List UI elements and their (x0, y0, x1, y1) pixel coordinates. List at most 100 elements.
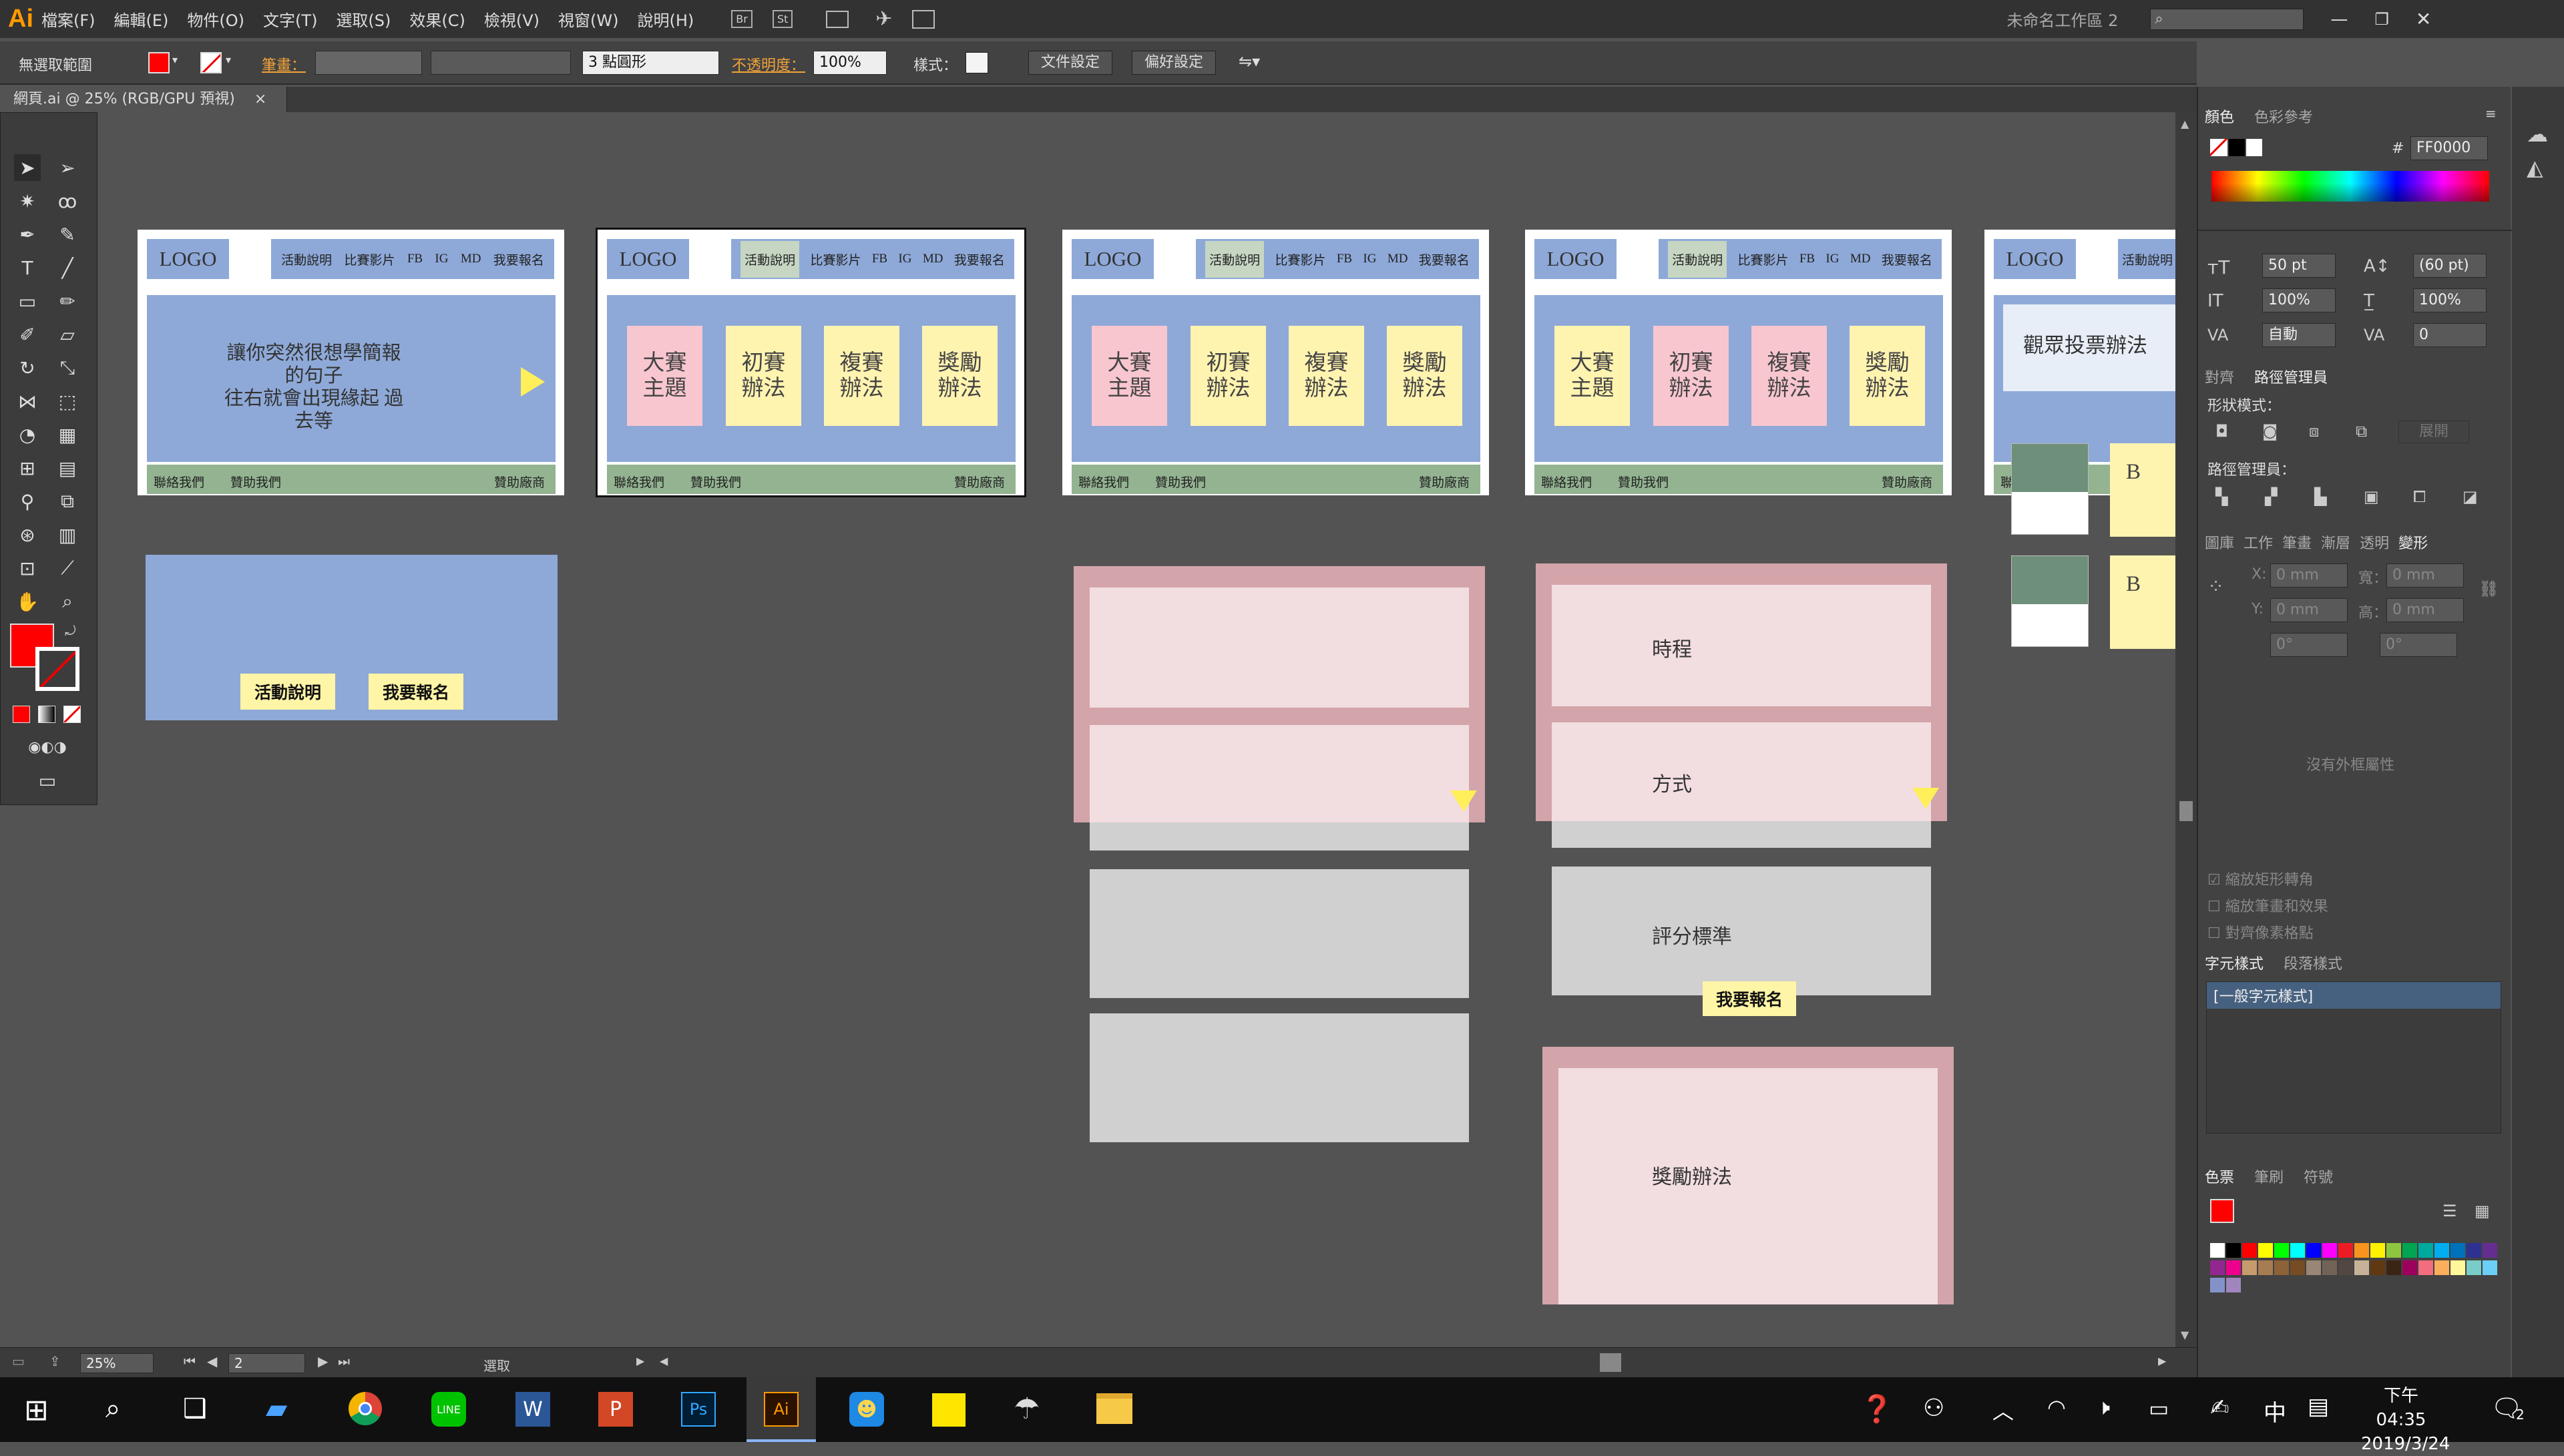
color-swatch[interactable] (2226, 1278, 2241, 1292)
outline-icon[interactable]: ⧠ (2413, 487, 2426, 506)
document-tab[interactable]: 網頁.ai @ 25% (RGB/GPU 預視) × (0, 87, 287, 112)
fill-dropdown-icon[interactable]: ▾ (172, 53, 178, 66)
tracking-field[interactable]: 0 (2413, 323, 2487, 347)
horizontal-scale-field[interactable]: 100% (2413, 288, 2487, 312)
artboard-menu-1[interactable]: LOGO 活動說明 比賽影片 FB IG MD 我要報名 大賽 主題 初賽 辦法… (596, 228, 1026, 497)
shear-field[interactable]: 0° (2380, 633, 2457, 657)
menu-view[interactable]: 檢視(V) (484, 7, 540, 31)
list-view-icon[interactable]: ☰ (2442, 1202, 2457, 1220)
color-swatch[interactable] (2467, 1243, 2481, 1258)
color-swatch[interactable] (2402, 1243, 2417, 1258)
publish-icon[interactable] (912, 9, 935, 29)
brush-definition[interactable]: 3 點圓形 (582, 51, 719, 75)
photoshop-icon[interactable]: Ps (681, 1392, 716, 1427)
color-swatch[interactable] (2386, 1260, 2401, 1275)
nav-item-md[interactable]: MD (1850, 252, 1871, 266)
document-tab-close[interactable]: × (254, 91, 266, 107)
network-icon[interactable]: ◠ (2047, 1395, 2066, 1420)
color-swatch[interactable] (2386, 1243, 2401, 1258)
exclude-icon[interactable]: ⧉ (2356, 422, 2367, 441)
nav-item-fb[interactable]: FB (872, 252, 887, 266)
y-field[interactable]: 0 mm (2270, 598, 2348, 622)
color-swatch[interactable] (2483, 1243, 2497, 1258)
artboard-home[interactable]: LOGO 活動說明 比賽影片 FB IG MD 我要報名 讓你突然很想學簡報的句… (138, 230, 564, 495)
color-swatch[interactable] (2274, 1243, 2289, 1258)
properties-icon[interactable]: ◭ (2527, 155, 2543, 180)
tab-symbols[interactable]: 符號 (2304, 1166, 2333, 1187)
vertical-scroll-thumb[interactable] (2179, 801, 2193, 821)
schedule-register-button[interactable]: 我要報名 (1703, 981, 1796, 1016)
color-swatch[interactable] (2354, 1260, 2369, 1275)
volume-icon[interactable]: 🕨 (2097, 1395, 2110, 1421)
color-swatch[interactable] (2450, 1243, 2465, 1258)
scale-tool-icon[interactable]: ⤡ (54, 354, 81, 381)
white-swatch[interactable] (2246, 139, 2262, 156)
ime-mode-icon[interactable]: ▤ (2308, 1393, 2329, 1420)
hex-field[interactable]: FF0000 (2410, 136, 2488, 160)
tab-transparency[interactable]: 透明 (2360, 531, 2389, 553)
tab-swatches[interactable]: 色票 (2205, 1166, 2234, 1187)
artboard-tool-icon[interactable]: ⊡ (14, 555, 41, 581)
color-swatch[interactable] (2354, 1243, 2369, 1258)
current-fill-swatch[interactable] (2210, 1199, 2234, 1223)
ime-indicator[interactable]: 中 (2264, 1395, 2286, 1427)
color-swatch[interactable] (2242, 1243, 2257, 1258)
mobile-activity-button[interactable]: 活動說明 (240, 674, 335, 710)
card-preliminary[interactable]: 初賽 辦法 (726, 326, 801, 426)
color-swatch[interactable] (2434, 1243, 2449, 1258)
menu-edit[interactable]: 編輯(E) (114, 7, 169, 31)
search-field[interactable]: ⌕ (2150, 8, 2304, 30)
opacity-label[interactable]: 不透明度： (732, 53, 805, 75)
nav-item-md[interactable]: MD (1387, 252, 1408, 266)
footer-contact[interactable]: 聯絡我們 (154, 473, 204, 491)
nav-item-ig[interactable]: IG (1363, 252, 1376, 266)
restore-button[interactable]: ❐ (2374, 10, 2389, 29)
card-theme[interactable]: 大賽 主題 (1554, 326, 1630, 426)
hero-next-arrow-icon[interactable] (521, 367, 545, 397)
start-icon[interactable]: ⊞ (24, 1393, 49, 1427)
nav-item-activity[interactable]: 活動說明 (740, 240, 800, 278)
color-swatch[interactable] (2258, 1260, 2273, 1275)
none-swatch[interactable] (2210, 139, 2227, 156)
card-awards[interactable]: 獎勵 辦法 (1387, 326, 1462, 426)
color-swatch[interactable] (2418, 1260, 2433, 1275)
mobile-hero[interactable]: 活動說明 我要報名 (146, 555, 558, 720)
height-field[interactable]: 0 mm (2386, 598, 2464, 622)
nav-item-video[interactable]: 比賽影片 (1275, 250, 1326, 268)
vertical-scale-field[interactable]: 100% (2262, 288, 2336, 312)
grid-view-icon[interactable]: ▦ (2475, 1202, 2490, 1220)
color-swatch[interactable] (2402, 1260, 2417, 1275)
color-swatch[interactable] (2467, 1260, 2481, 1275)
footer-sponsor-us[interactable]: 贊助我們 (1155, 473, 1206, 491)
section-box-overflow[interactable] (1552, 821, 1931, 848)
nav-item-activity[interactable]: 活動說明 (1668, 240, 1727, 278)
footer-sponsors[interactable]: 贊助廠商 (1882, 473, 1932, 491)
color-swatch[interactable] (2210, 1278, 2225, 1292)
eraser-tool-icon[interactable]: ▱ (54, 321, 81, 348)
artboard-menu-2[interactable]: LOGO 活動說明 比賽影片 FB IG MD 我要報名 大賽 主題 初賽 辦法… (1062, 230, 1489, 495)
menu-window[interactable]: 視窗(W) (558, 7, 618, 31)
color-swatch[interactable] (2306, 1243, 2321, 1258)
arrange-documents-icon[interactable] (826, 10, 849, 28)
minus-back-icon[interactable]: ◪ (2463, 487, 2478, 506)
pixel-grid-checkbox[interactable]: ☐ 對齊像素格點 (2207, 921, 2314, 943)
minimize-button[interactable]: — (2330, 9, 2348, 29)
color-mode-icon[interactable] (13, 706, 30, 723)
nav-item-ig[interactable]: IG (435, 252, 448, 266)
nav-item-activity[interactable]: 活動說明 (1205, 240, 1265, 278)
scale-strokes-checkbox[interactable]: ☐ 縮放筆畫和效果 (2207, 895, 2328, 916)
card-theme[interactable]: 大賽 主題 (627, 326, 702, 426)
color-swatch[interactable] (2370, 1243, 2385, 1258)
menu-file[interactable]: 檔案(F) (41, 7, 95, 31)
perspective-grid-tool-icon[interactable]: ▦ (54, 421, 81, 448)
section-box[interactable] (1090, 869, 1469, 998)
color-swatch[interactable] (2242, 1260, 2257, 1275)
scroll-up-icon[interactable]: ▲ (2181, 117, 2189, 130)
card-preliminary[interactable]: 初賽 辦法 (1191, 326, 1266, 426)
type-tool-icon[interactable]: T (14, 254, 41, 281)
nav-item-activity[interactable]: 活動說明 (281, 250, 332, 268)
sticky-notes-icon[interactable] (932, 1393, 966, 1427)
thumbnail-card[interactable] (2011, 555, 2089, 647)
vertical-scrollbar[interactable]: ▲ ▼ (2175, 112, 2197, 1347)
rotate-field[interactable]: 0° (2270, 633, 2348, 657)
